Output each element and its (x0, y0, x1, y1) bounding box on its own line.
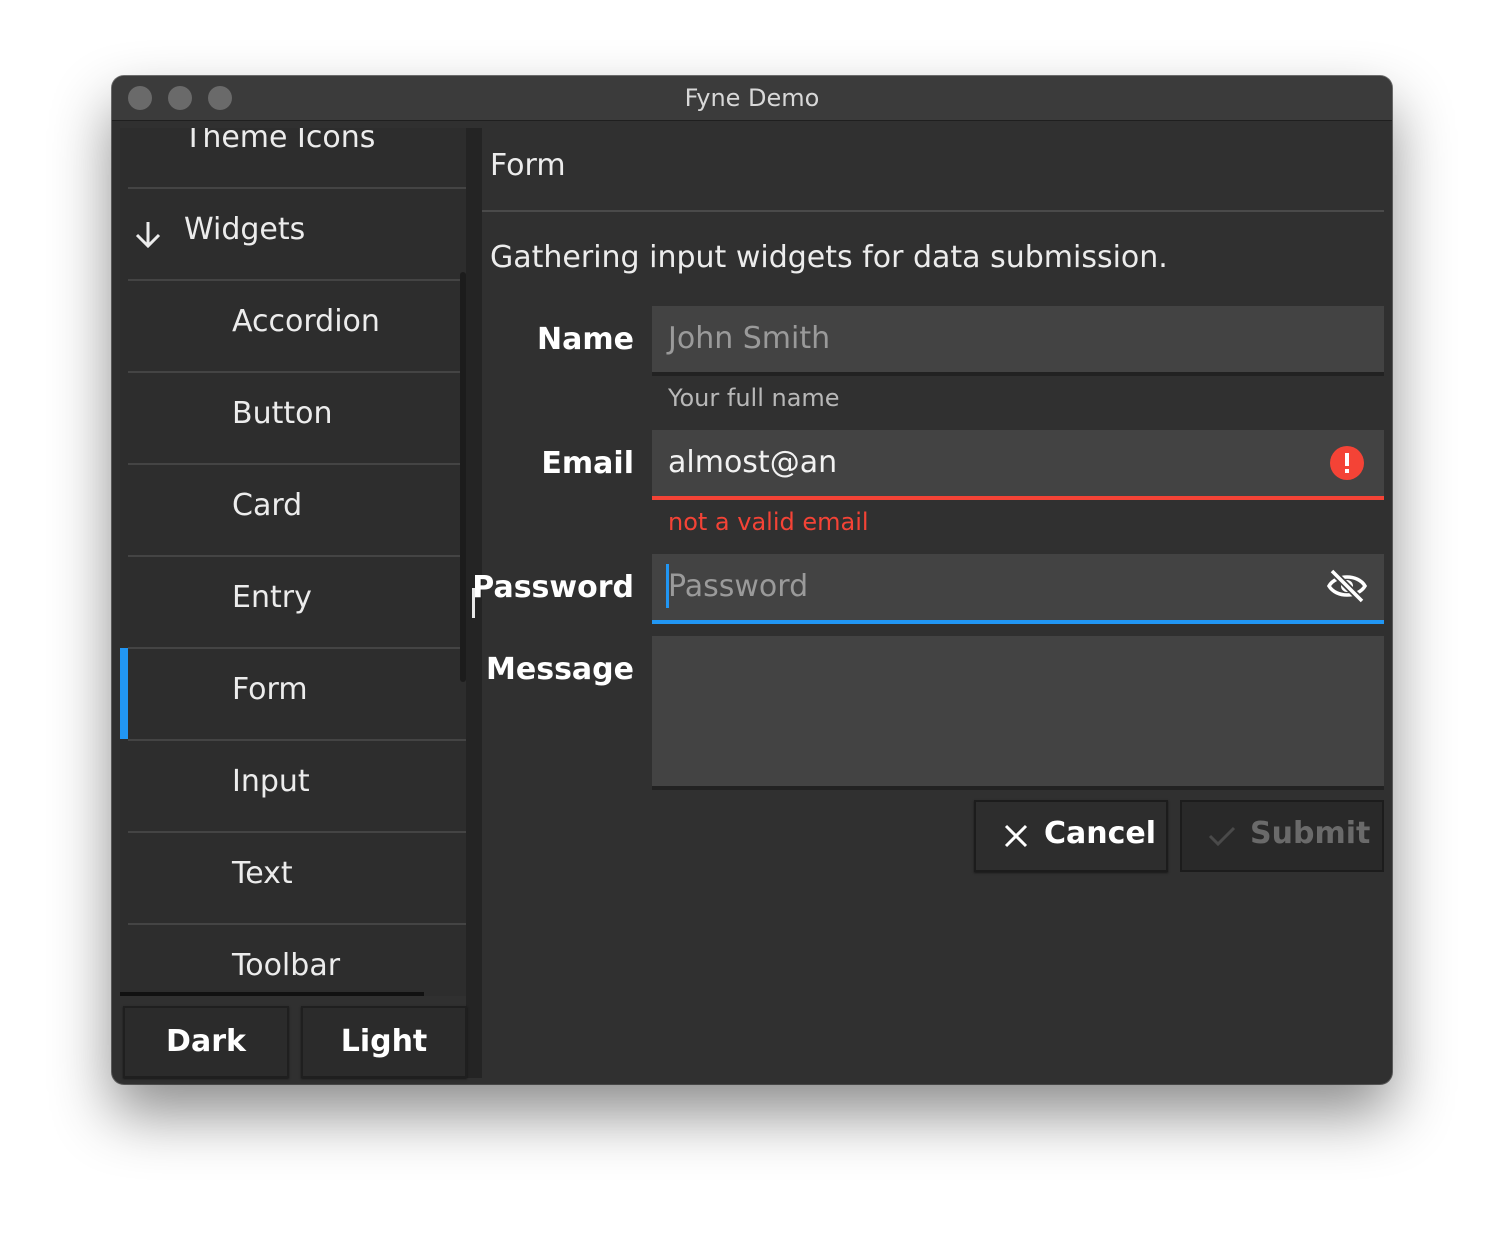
email-label: Email (541, 446, 634, 481)
sidebar-item-label: Toolbar (232, 948, 341, 983)
sidebar-item-input[interactable]: Input (128, 740, 466, 833)
close-icon (1004, 824, 1028, 848)
window-title: Fyne Demo (684, 84, 820, 112)
name-hint: Your full name (668, 384, 840, 412)
sidebar-item-text[interactable]: Text (128, 832, 466, 925)
sidebar-item-label: Theme Icons (184, 128, 376, 155)
name-label: Name (537, 322, 634, 357)
sidebar-item-card[interactable]: Card (128, 464, 466, 557)
dark-theme-button[interactable]: Dark (123, 1006, 289, 1078)
selection-indicator (120, 648, 128, 739)
message-label: Message (486, 652, 634, 687)
name-field[interactable]: John Smith (652, 306, 1384, 372)
intro-text: Gathering input widgets for data submiss… (490, 240, 1168, 275)
submit-label: Submit (1250, 816, 1371, 851)
eye-off-icon[interactable] (1326, 568, 1368, 604)
message-field[interactable] (652, 636, 1384, 786)
sidebar-item-label: Text (232, 856, 293, 891)
app-window: Fyne Demo Theme Icons Widgets Accordion … (112, 76, 1392, 1084)
name-underline (652, 372, 1384, 376)
password-placeholder: Password (668, 569, 809, 604)
dark-theme-label: Dark (166, 1024, 246, 1059)
sidebar-item-accordion[interactable]: Accordion (128, 280, 466, 373)
light-theme-label: Light (340, 1024, 428, 1059)
name-placeholder: John Smith (668, 321, 831, 356)
divider (482, 210, 1384, 212)
submit-button[interactable]: Submit (1180, 800, 1384, 872)
message-underline (652, 786, 1384, 790)
password-field[interactable]: Password (652, 554, 1384, 620)
password-label: Password (472, 570, 634, 605)
sidebar-item-button[interactable]: Button (128, 372, 466, 465)
sidebar-item-theme-icons[interactable]: Theme Icons (128, 128, 466, 189)
sidebar-item-label: Input (232, 764, 310, 799)
sidebar-item-widgets[interactable]: Widgets (128, 188, 466, 281)
sidebar-item-form[interactable]: Form (128, 648, 466, 741)
email-underline (652, 496, 1384, 500)
title-bar: Fyne Demo (112, 76, 1392, 121)
email-value: almost@an (668, 445, 838, 480)
error-icon (1330, 446, 1364, 480)
sidebar-item-toolbar[interactable]: Toolbar (128, 924, 466, 996)
sidebar-item-label: Card (232, 488, 303, 523)
email-error: not a valid email (668, 508, 869, 536)
sidebar-tree: Theme Icons Widgets Accordion Button Car… (120, 128, 466, 996)
scroll-shadow (120, 992, 424, 996)
cancel-label: Cancel (1044, 816, 1157, 851)
cancel-button[interactable]: Cancel (974, 800, 1168, 872)
password-underline (652, 620, 1384, 624)
light-theme-button[interactable]: Light (301, 1006, 467, 1078)
sidebar-item-entry[interactable]: Entry (128, 556, 466, 649)
sidebar-item-label: Form (232, 672, 308, 707)
sidebar-item-label: Widgets (184, 212, 306, 247)
email-field[interactable]: almost@an (652, 430, 1384, 496)
arrow-down-icon[interactable] (132, 218, 164, 250)
check-icon (1208, 826, 1236, 847)
sidebar-item-label: Accordion (232, 304, 380, 339)
sidebar-item-label: Button (232, 396, 333, 431)
page-title: Form (490, 148, 566, 183)
sidebar-item-label: Entry (232, 580, 312, 615)
